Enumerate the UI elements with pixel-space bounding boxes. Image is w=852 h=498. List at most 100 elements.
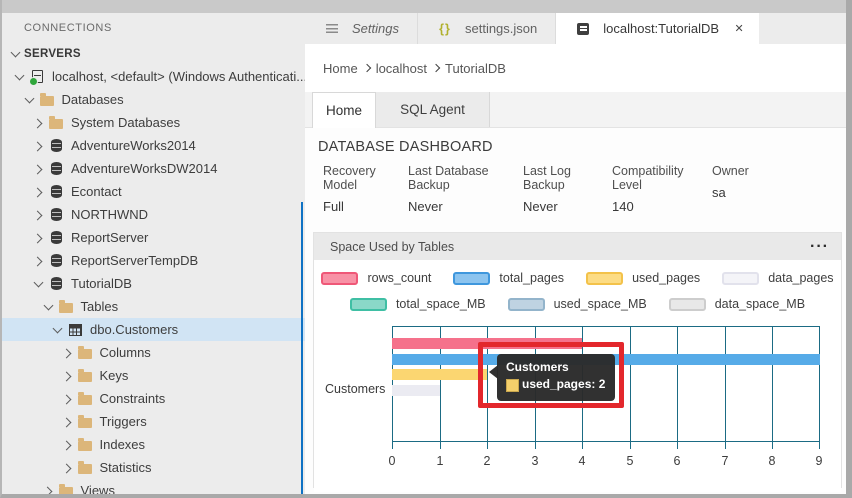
bar-data-pages[interactable] [392,384,440,396]
chevron-right-icon[interactable] [31,184,47,200]
tree-item-econtact[interactable]: Econtact [2,180,305,203]
tab-settings[interactable]: Settings [305,13,418,44]
sidebar-editor-sash[interactable] [301,202,303,494]
legend-item-total-space-mb[interactable]: total_space_MB [349,297,486,311]
tree-item-northwnd[interactable]: NORTHWND [2,203,305,226]
tree-item-label: Columns [99,345,151,360]
x-tick-label: 8 [768,454,776,468]
tree-item-reportservertempdb[interactable]: ReportServerTempDB [2,249,305,272]
chevron-right-icon[interactable] [60,437,76,453]
chevron-right-icon[interactable] [60,345,76,361]
chevron-down-icon[interactable] [22,92,38,108]
chevron-right-icon[interactable] [60,414,76,430]
space-used-widget: Space Used by Tables rows_count total_pag… [313,232,842,492]
tree-item-adventureworksdw2014[interactable]: AdventureWorksDW2014 [2,157,305,180]
property-label: Compatibility Level [612,164,684,192]
legend-item-data-space-mb[interactable]: data_space_MB [668,297,805,311]
tree-item-adventureworks2014[interactable]: AdventureWorks2014 [2,134,305,157]
chevron-down-icon[interactable] [31,276,47,292]
tree-item-label: AdventureWorks2014 [71,138,196,153]
ellipsis-menu-icon[interactable] [810,242,829,252]
tab-sql-agent[interactable]: SQL Agent [376,92,490,127]
tree-item-tutorialdb[interactable]: TutorialDB [2,272,305,295]
x-tick-label: 5 [626,454,634,468]
property-owner: Owner sa [712,164,763,214]
tree-item-triggers[interactable]: Triggers [2,410,305,433]
tree-item-databases[interactable]: Databases [2,88,305,111]
property-value: 140 [612,199,634,214]
chevron-right-icon[interactable] [31,253,47,269]
widget-header: Space Used by Tables [314,233,841,260]
legend-item-total-pages[interactable]: total_pages [453,271,564,285]
chevron-down-icon[interactable] [41,299,57,315]
chevron-right-icon [427,63,445,73]
tab-localhost-tutorialdb[interactable]: localhost:TutorialDB [556,13,760,44]
breadcrumb-item-localhost[interactable]: localhost [376,61,427,76]
tree-item-columns[interactable]: Columns [2,341,305,364]
folder-icon [76,391,94,407]
chevron-right-icon[interactable] [60,368,76,384]
tree-item-label: System Databases [71,115,181,130]
tree-item-label: Triggers [99,414,147,429]
axis-tick [487,443,488,449]
tab-home[interactable]: Home [312,92,376,128]
legend-swatch [586,271,624,285]
axis-tick [630,443,631,449]
x-tick-label: 2 [483,454,491,468]
chevron-down-icon[interactable] [12,69,28,85]
chevron-right-icon[interactable] [60,391,76,407]
close-icon[interactable] [731,21,747,37]
tree-item-reportserver[interactable]: ReportServer [2,226,305,249]
tree-item-views[interactable]: Views [2,479,305,494]
tab-label: localhost:TutorialDB [603,21,720,36]
tree-item-label: TutorialDB [71,276,132,291]
chevron-down-icon[interactable] [50,322,66,338]
legend-swatch [453,271,491,285]
chevron-right-icon[interactable] [31,161,47,177]
legend-item-rows-count[interactable]: rows_count [321,271,431,285]
legend-swatch [722,271,760,285]
chevron-right-icon[interactable] [31,138,47,154]
chevron-right-icon[interactable] [31,115,47,131]
red-highlight-annotation [478,342,624,408]
database-icon [47,161,65,177]
servers-section-header[interactable]: SERVERS [2,43,305,65]
legend-item-used-space-mb[interactable]: used_space_MB [507,297,647,311]
tree-item-dbo-customers[interactable]: dbo.Customers [2,318,305,341]
x-tick-label: 6 [673,454,681,468]
tree-item-statistics[interactable]: Statistics [2,456,305,479]
legend-swatch [507,297,545,311]
legend-swatch [321,271,359,285]
axis-tick [440,443,441,449]
tree-item-indexes[interactable]: Indexes [2,433,305,456]
x-tick-label: 7 [721,454,729,468]
bar-used-pages[interactable] [392,369,488,380]
legend-item-data-pages[interactable]: data_pages [722,271,834,285]
tab-settings-json[interactable]: settings.json [418,13,557,44]
window-top-edge [2,0,846,13]
gridline [725,327,726,443]
chevron-right-icon[interactable] [31,207,47,223]
breadcrumb-item-tutorialdb[interactable]: TutorialDB [445,61,506,76]
app-window: CONNECTIONS SERVERS localhost, <default>… [0,0,852,498]
chevron-right-icon [358,63,376,73]
legend-item-used-pages[interactable]: used_pages [586,271,700,285]
connections-sidebar: CONNECTIONS SERVERS localhost, <default>… [2,13,305,494]
chevron-right-icon[interactable] [60,460,76,476]
tree-item-keys[interactable]: Keys [2,364,305,387]
gridline [819,327,820,443]
property-label: Owner [712,164,749,178]
gridline [630,327,631,443]
chevron-right-icon[interactable] [41,483,57,495]
axis-tick [819,443,820,449]
axis-tick [582,443,583,449]
tree-item-localhost-default-windows-authenticati[interactable]: localhost, <default> (Windows Authentica… [2,65,305,88]
tree-item-tables[interactable]: Tables [2,295,305,318]
tree-item-system-databases[interactable]: System Databases [2,111,305,134]
editor-area: Settings settings.json localhost:TutorialD… [305,13,846,494]
chevron-right-icon[interactable] [31,230,47,246]
tree-item-label: Databases [61,92,124,107]
tree-item-constraints[interactable]: Constraints [2,387,305,410]
main-area: CONNECTIONS SERVERS localhost, <default>… [2,13,846,494]
breadcrumb-item-home[interactable]: Home [323,61,358,76]
